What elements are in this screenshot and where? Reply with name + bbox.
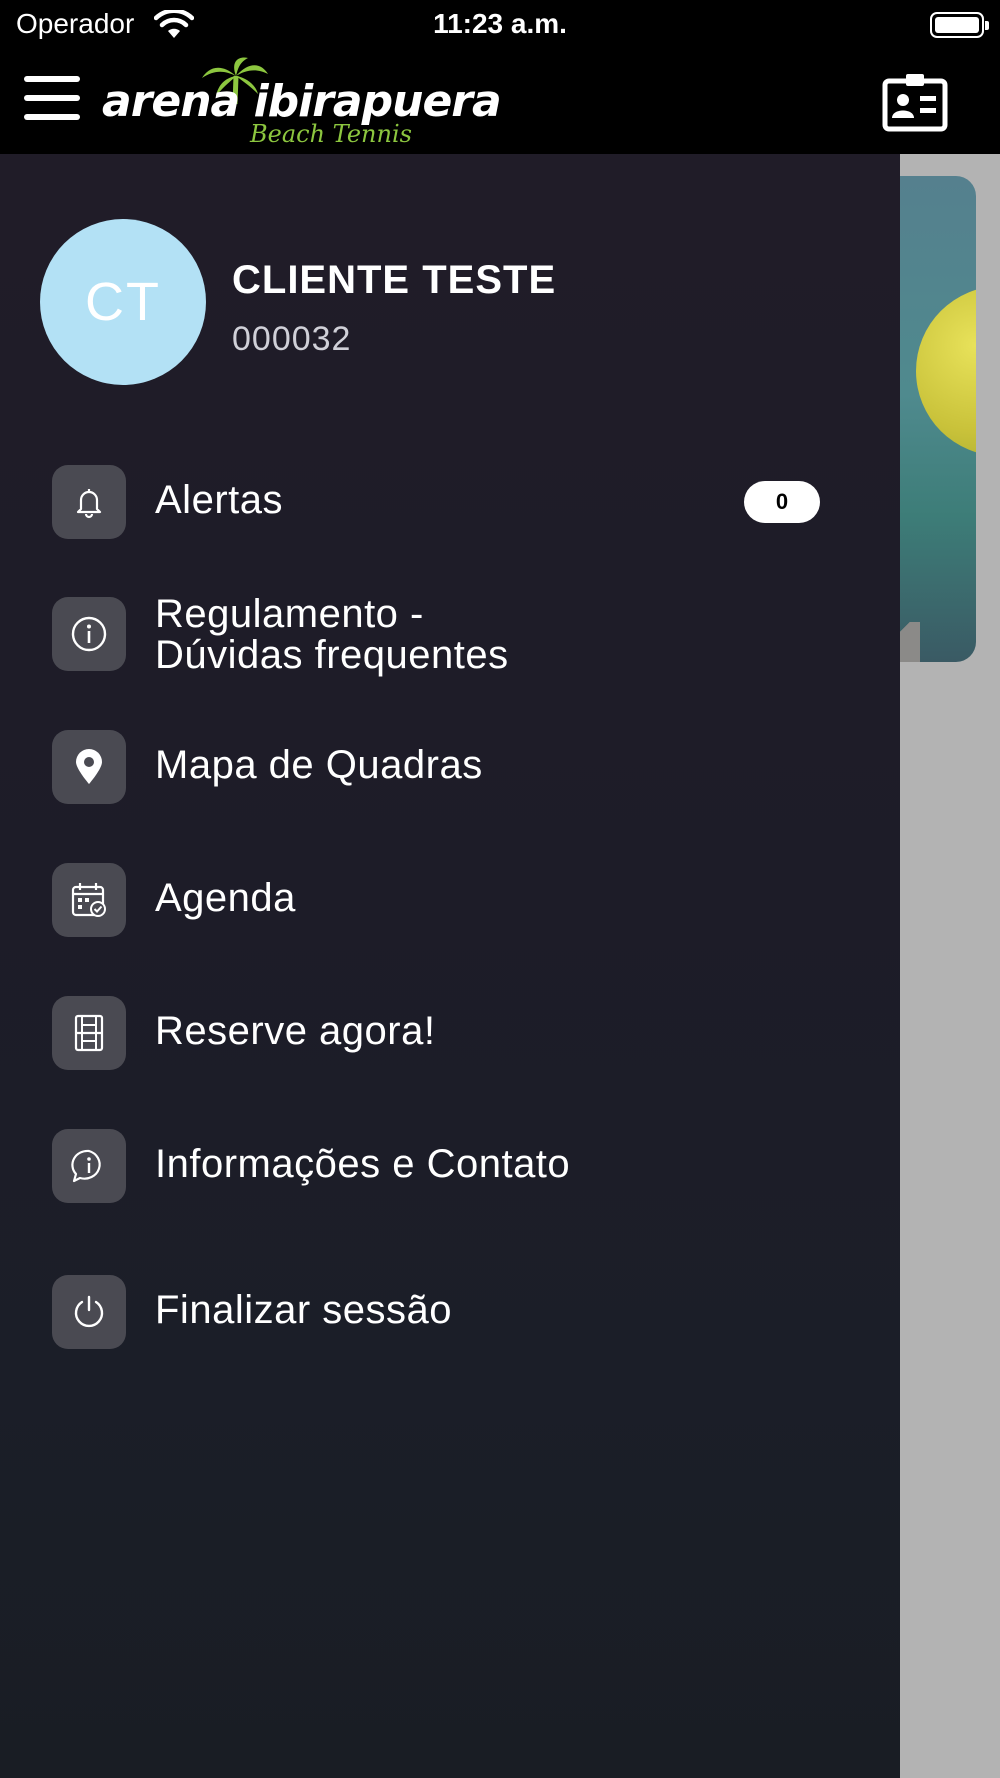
chat-info-icon — [52, 1129, 126, 1203]
menu-item-reserve-agora[interactable]: Reserve agora! — [52, 996, 832, 1070]
clock: 11:23 a.m. — [433, 8, 567, 39]
menu-label-line1: Regulamento - — [155, 592, 424, 636]
calendar-check-icon — [52, 863, 126, 937]
power-icon — [52, 1275, 126, 1349]
tennis-ball-image — [916, 286, 976, 456]
location-pin-icon — [52, 730, 126, 804]
alerts-count-badge: 0 — [744, 481, 820, 523]
member-card-icon[interactable] — [882, 72, 948, 132]
menu-label: Informações e Contato — [155, 1142, 571, 1186]
menu-label: Alertas — [155, 478, 283, 522]
menu-label: Reserve agora! — [155, 1009, 436, 1053]
menu-label-line2: Dúvidas frequentes — [155, 633, 509, 677]
menu-item-finalizar-sessao[interactable]: Finalizar sessão — [52, 1275, 832, 1349]
menu-item-mapa-de-quadras[interactable]: Mapa de Quadras — [52, 730, 832, 804]
hamburger-menu-icon[interactable] — [24, 76, 80, 120]
menu-label: Finalizar sessão — [155, 1288, 453, 1332]
side-drawer: CT CLIENTE TESTE 000032 Alertas 0 Regula… — [0, 154, 900, 1778]
user-code: 000032 — [232, 320, 352, 358]
app-logo: arena ibirapuera Beach Tennis — [100, 56, 502, 148]
avatar[interactable]: CT — [40, 219, 206, 385]
status-bar: Operador 11:23 a.m. — [0, 0, 1000, 50]
court-icon — [52, 996, 126, 1070]
menu-item-regulamento[interactable]: Regulamento - Dúvidas frequentes — [52, 593, 832, 676]
menu-item-alertas[interactable]: Alertas 0 — [52, 465, 832, 539]
menu-label: Mapa de Quadras — [155, 743, 483, 787]
top-nav-bar: arena ibirapuera Beach Tennis — [0, 50, 1000, 154]
menu-item-agenda[interactable]: Agenda — [52, 863, 832, 937]
logo-sub-text: Beach Tennis — [250, 120, 412, 148]
bell-icon — [52, 465, 126, 539]
info-icon — [52, 597, 126, 671]
menu-item-informacoes-e-contato[interactable]: Informações e Contato — [52, 1129, 832, 1203]
battery-icon — [930, 12, 989, 38]
menu-label: Agenda — [155, 876, 296, 920]
user-name: CLIENTE TESTE — [232, 258, 557, 302]
